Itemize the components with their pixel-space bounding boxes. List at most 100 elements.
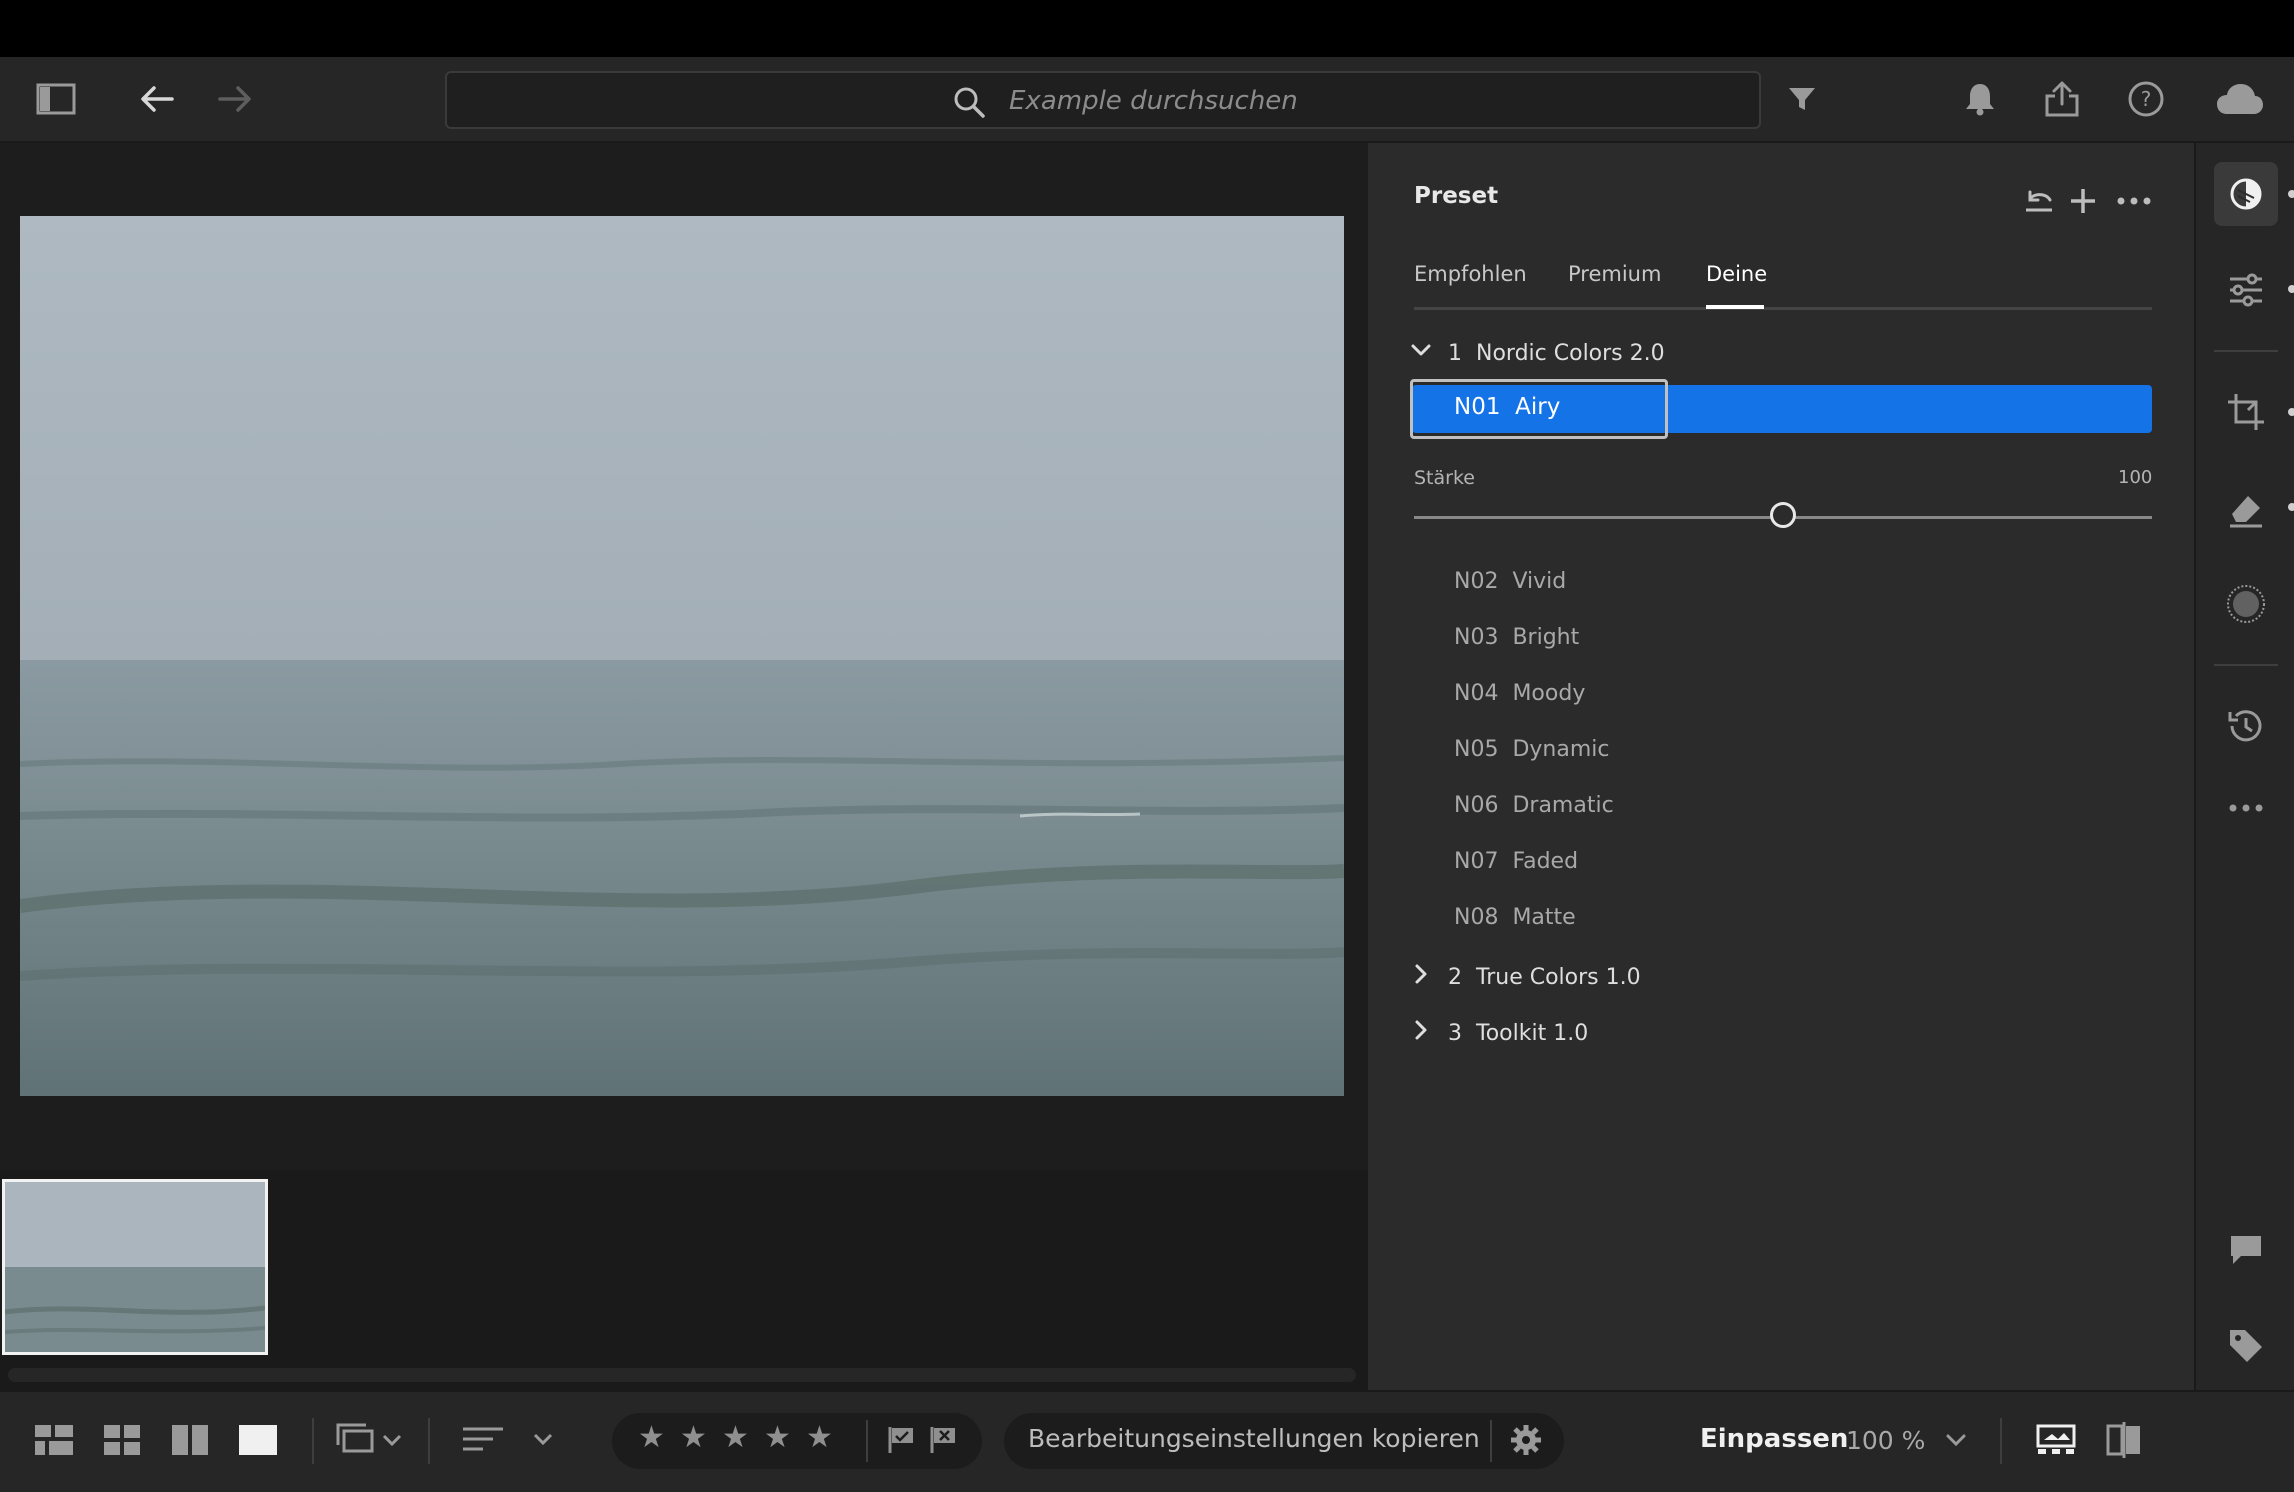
preset-item[interactable]: N07 Faded bbox=[1454, 849, 1578, 874]
history-icon[interactable] bbox=[2214, 694, 2278, 758]
preset-code: N07 bbox=[1454, 849, 1499, 874]
group-number: 2 bbox=[1448, 964, 1462, 990]
preset-group-toolkit[interactable]: 3 Toolkit 1.0 bbox=[1408, 1017, 1588, 1049]
preset-item[interactable]: N05 Dynamic bbox=[1454, 737, 1609, 762]
crop-icon[interactable] bbox=[2214, 380, 2278, 444]
preset-item[interactable]: N04 Moody bbox=[1454, 681, 1585, 706]
crop-indicator bbox=[2288, 408, 2294, 416]
active-tab-indicator bbox=[1706, 305, 1764, 309]
fit-button[interactable]: Einpassen bbox=[1700, 1424, 1848, 1454]
preset-name: Dynamic bbox=[1512, 737, 1610, 762]
search-icon bbox=[952, 85, 986, 123]
compare-view-icon[interactable] bbox=[164, 1412, 216, 1468]
preset-code: N05 bbox=[1454, 737, 1499, 762]
preset-name: Dramatic bbox=[1512, 793, 1614, 818]
rating-divider bbox=[866, 1420, 868, 1462]
preset-label-selected: N01 Airy bbox=[1454, 394, 1560, 420]
bell-icon[interactable] bbox=[1952, 71, 2008, 127]
filmstrip-thumbnail[interactable] bbox=[2, 1179, 268, 1355]
forward-arrow-icon[interactable] bbox=[206, 71, 262, 127]
preset-item[interactable]: N03 Bright bbox=[1454, 625, 1579, 650]
sea-photo[interactable] bbox=[20, 216, 1344, 1096]
top-toolbar: ? bbox=[0, 57, 2294, 143]
tag-icon[interactable] bbox=[2214, 1314, 2278, 1378]
preset-item[interactable]: N08 Matte bbox=[1454, 905, 1576, 930]
chevron-down-icon bbox=[1408, 337, 1434, 369]
star-icon[interactable]: ★ bbox=[806, 1420, 833, 1455]
amount-label: Stärke bbox=[1414, 467, 1475, 489]
tabs-divider bbox=[1414, 307, 2152, 310]
group-name: Nordic Colors 2.0 bbox=[1476, 340, 1665, 366]
group-name: True Colors 1.0 bbox=[1476, 964, 1641, 990]
rail-divider bbox=[2214, 350, 2278, 352]
panel-toggle-icon[interactable] bbox=[28, 71, 84, 127]
star-icon[interactable]: ★ bbox=[680, 1420, 707, 1455]
preset-group-true-colors[interactable]: 2 True Colors 1.0 bbox=[1408, 961, 1641, 993]
sort-dropdown-icon[interactable] bbox=[456, 1412, 566, 1468]
svg-text:?: ? bbox=[2141, 87, 2152, 111]
group-name: Toolkit 1.0 bbox=[1476, 1020, 1589, 1046]
preset-name: Faded bbox=[1512, 849, 1579, 874]
preset-name: Moody bbox=[1512, 681, 1586, 706]
copy-settings-button[interactable]: Bearbeitungseinstellungen kopieren bbox=[1028, 1424, 1480, 1453]
preset-code: N01 bbox=[1454, 394, 1501, 420]
more-icon[interactable] bbox=[2116, 188, 2152, 218]
adjust-icon[interactable] bbox=[2214, 258, 2278, 322]
copy-divider bbox=[1490, 1420, 1492, 1462]
filmstrip-toggle-icon[interactable] bbox=[2030, 1412, 2082, 1468]
detail-view-icon[interactable] bbox=[232, 1412, 284, 1468]
gear-icon[interactable] bbox=[1500, 1412, 1552, 1468]
before-after-icon[interactable] bbox=[2098, 1412, 2150, 1468]
adjust-indicator bbox=[2288, 285, 2294, 293]
tab-empfohlen[interactable]: Empfohlen bbox=[1414, 262, 1527, 286]
healing-indicator bbox=[2288, 503, 2294, 511]
chevron-down-icon[interactable] bbox=[1930, 1412, 1982, 1468]
grid-view-icon[interactable] bbox=[96, 1412, 148, 1468]
tab-deine[interactable]: Deine bbox=[1706, 262, 1767, 286]
preset-item[interactable]: N02 Vivid bbox=[1454, 569, 1566, 594]
preset-code: N02 bbox=[1454, 569, 1499, 594]
preset-item[interactable]: N06 Dramatic bbox=[1454, 793, 1614, 818]
back-arrow-icon[interactable] bbox=[130, 71, 186, 127]
more-tools-icon[interactable] bbox=[2214, 776, 2278, 840]
panel-title: Preset bbox=[1414, 183, 1499, 209]
tab-premium[interactable]: Premium bbox=[1568, 262, 1661, 286]
toolbar-divider bbox=[2000, 1418, 2002, 1464]
search-box[interactable] bbox=[445, 71, 1761, 129]
undo-icon[interactable] bbox=[2022, 186, 2056, 220]
amount-value: 100 bbox=[2118, 467, 2153, 488]
toolbar-divider bbox=[428, 1418, 430, 1464]
filmstrip-scrollbar[interactable] bbox=[8, 1368, 1356, 1382]
preset-code: N03 bbox=[1454, 625, 1499, 650]
preset-code: N06 bbox=[1454, 793, 1499, 818]
presets-panel bbox=[1368, 143, 2194, 1390]
square-grid-icon[interactable] bbox=[28, 1412, 80, 1468]
help-icon[interactable]: ? bbox=[2118, 71, 2174, 127]
star-icon[interactable]: ★ bbox=[638, 1420, 665, 1455]
zoom-level[interactable]: 100 % bbox=[1846, 1426, 1925, 1455]
comment-icon[interactable] bbox=[2214, 1218, 2278, 1282]
toolbar-divider bbox=[312, 1418, 314, 1464]
masking-icon[interactable] bbox=[2214, 572, 2278, 636]
amount-slider-thumb[interactable] bbox=[1770, 502, 1796, 528]
presets-icon[interactable] bbox=[2214, 162, 2278, 226]
preset-name: Matte bbox=[1512, 905, 1576, 930]
tool-rail bbox=[2194, 143, 2294, 1390]
preset-name: Bright bbox=[1512, 625, 1580, 650]
cloud-icon[interactable] bbox=[2212, 71, 2268, 127]
rail-divider bbox=[2214, 664, 2278, 666]
preset-group-nordic-colors[interactable]: 1 Nordic Colors 2.0 bbox=[1408, 337, 1665, 369]
preset-code: N08 bbox=[1454, 905, 1499, 930]
title-bar bbox=[0, 0, 2294, 57]
search-input[interactable] bbox=[1007, 81, 1711, 121]
filter-icon[interactable] bbox=[1774, 71, 1830, 127]
reject-flag-icon[interactable] bbox=[918, 1412, 970, 1468]
star-icon[interactable]: ★ bbox=[764, 1420, 791, 1455]
plus-icon[interactable] bbox=[2068, 186, 2098, 220]
share-icon[interactable] bbox=[2034, 71, 2090, 127]
preset-code: N04 bbox=[1454, 681, 1499, 706]
star-icon[interactable]: ★ bbox=[722, 1420, 749, 1455]
stack-dropdown-icon[interactable] bbox=[332, 1412, 412, 1468]
group-number: 1 bbox=[1448, 340, 1462, 366]
healing-icon[interactable] bbox=[2214, 476, 2278, 540]
